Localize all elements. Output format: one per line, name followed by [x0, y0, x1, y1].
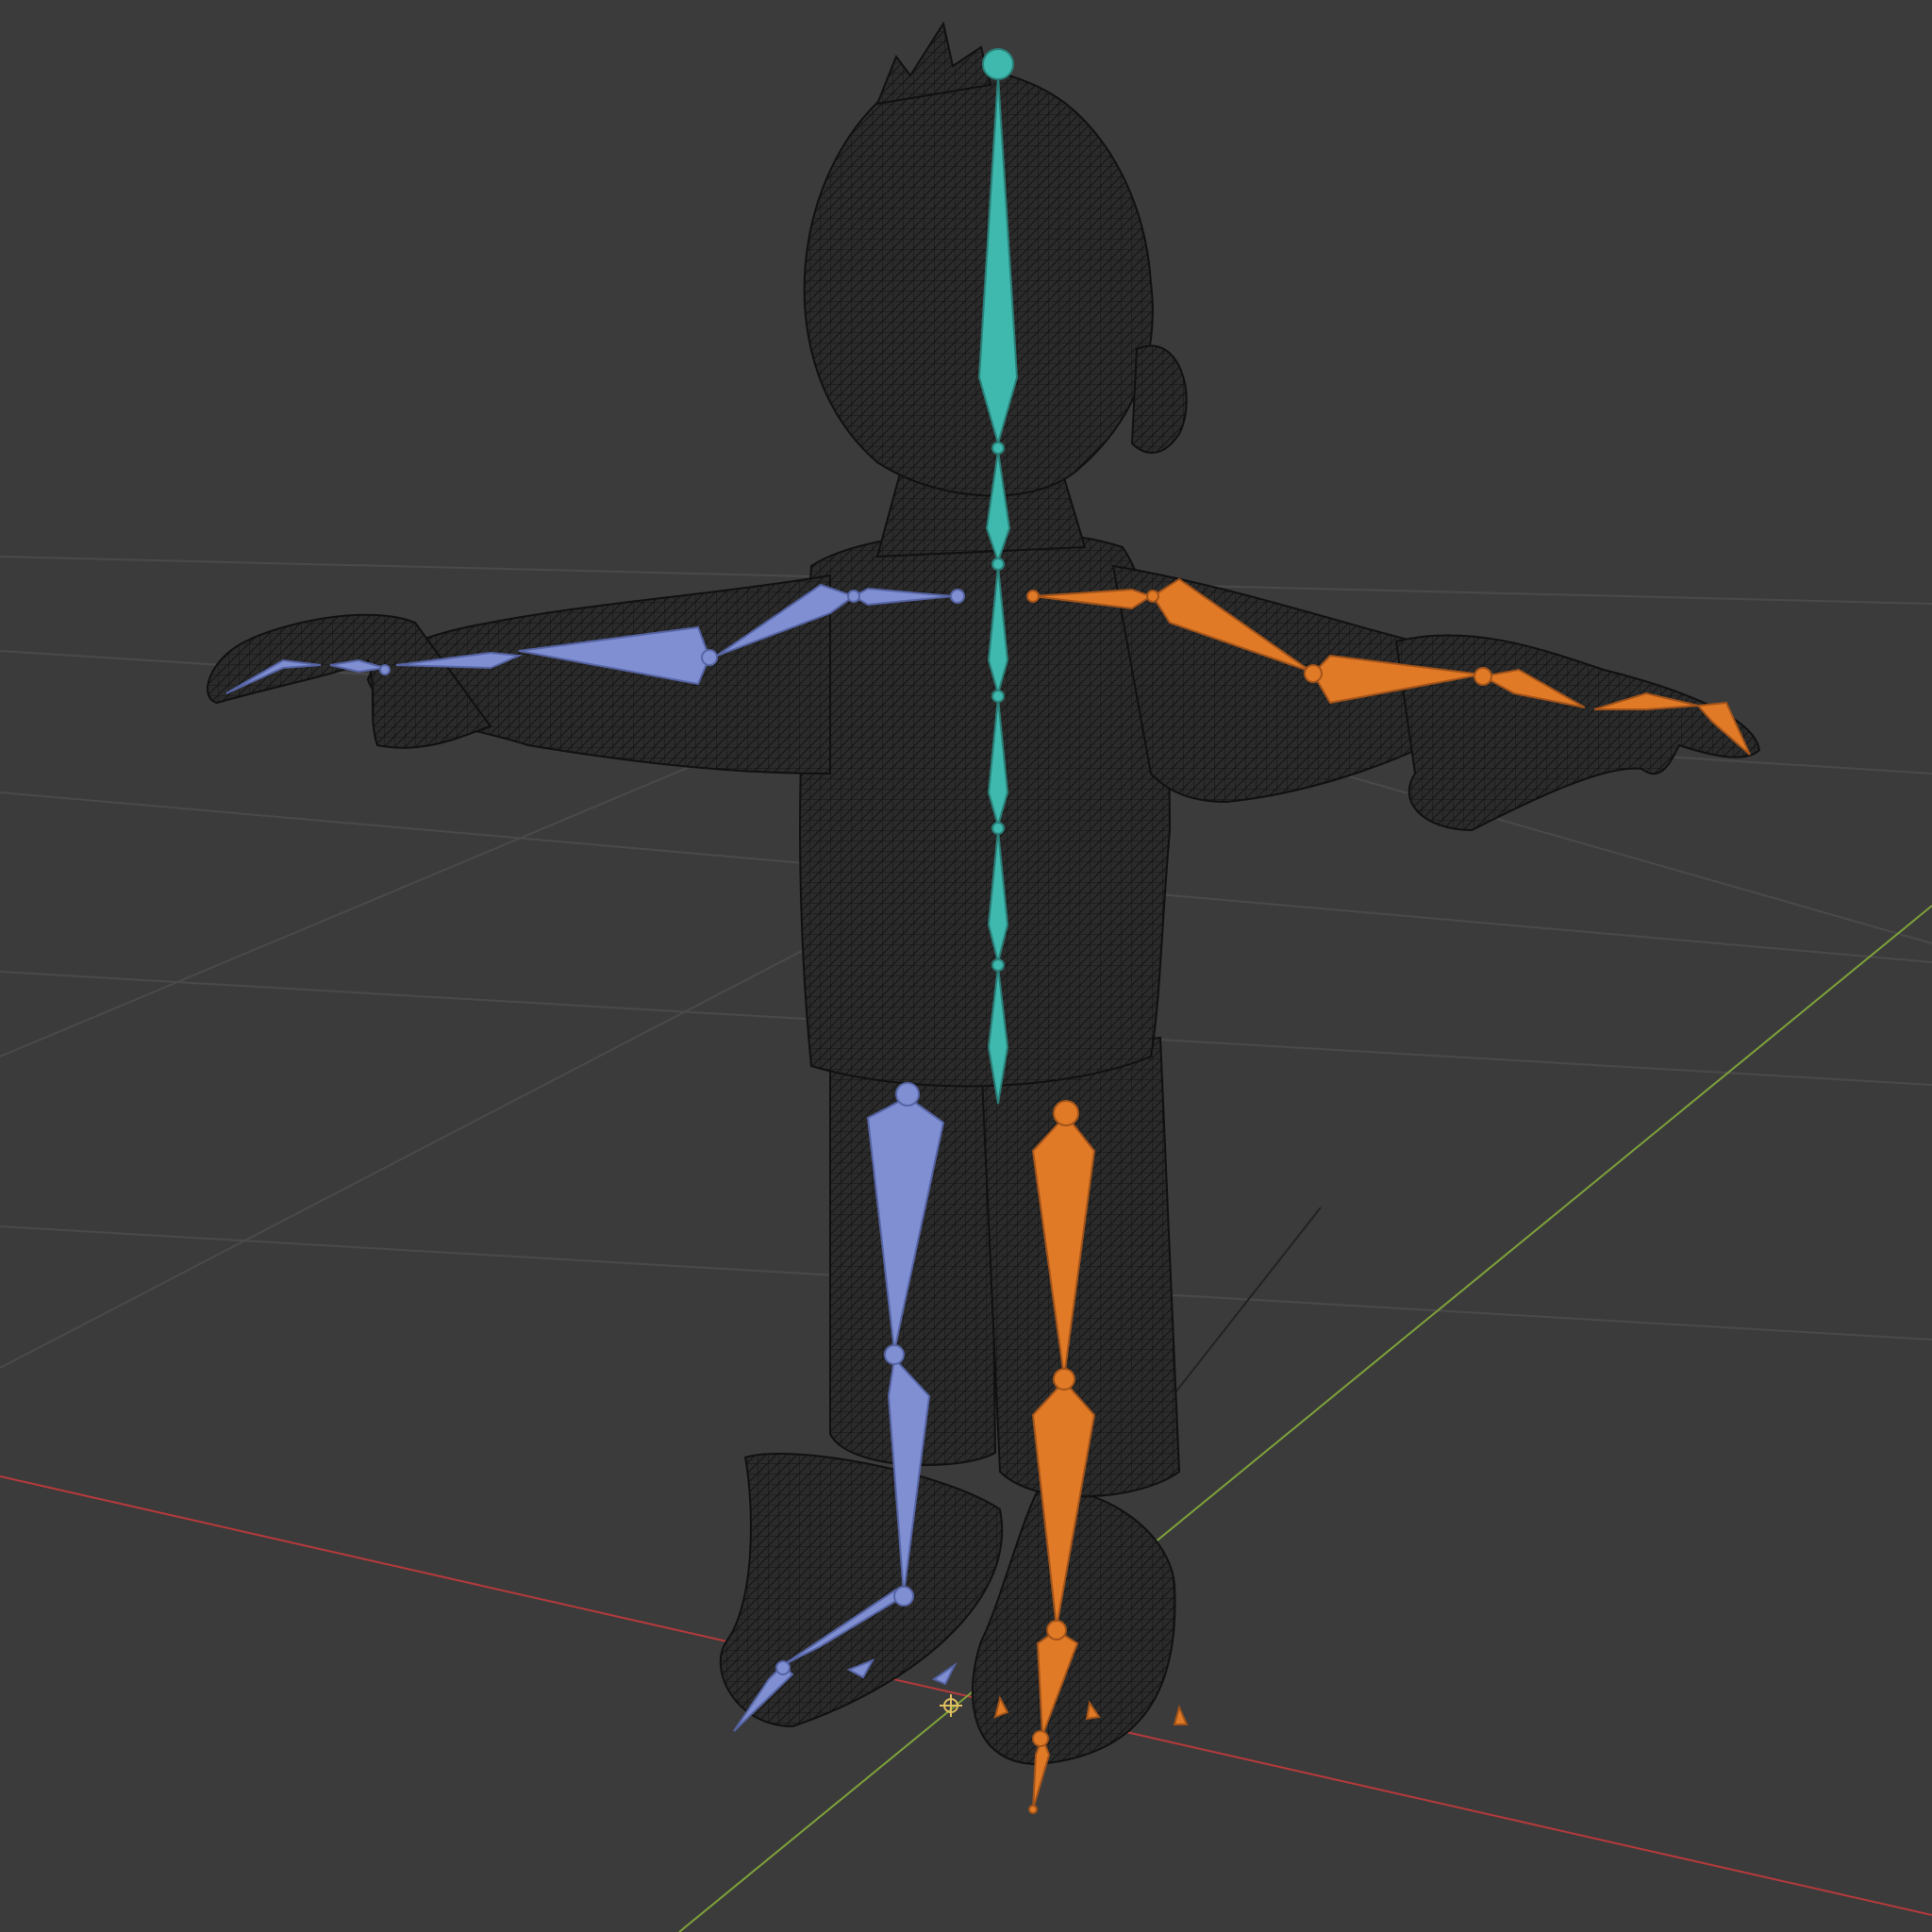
bone-joint[interactable] — [379, 664, 391, 675]
bone-joint[interactable] — [991, 558, 1005, 571]
head[interactable] — [803, 64, 1154, 497]
bone-joint[interactable] — [701, 649, 718, 666]
bone-joint[interactable] — [991, 822, 1005, 835]
origin-icon[interactable] — [940, 1694, 962, 1717]
bone-joint[interactable] — [1026, 590, 1040, 603]
right-hand[interactable] — [1394, 634, 1761, 832]
bone-joint[interactable] — [1474, 667, 1492, 686]
bone-joint[interactable] — [775, 1660, 791, 1675]
bone-joint[interactable] — [847, 590, 860, 603]
bone-joint[interactable] — [1304, 664, 1323, 683]
bone-joint[interactable] — [1146, 590, 1159, 603]
bone-joint[interactable] — [1053, 1368, 1075, 1391]
bone-joint[interactable] — [982, 48, 1014, 80]
bone-joint[interactable] — [991, 441, 1005, 455]
bone-joint[interactable] — [1046, 1620, 1067, 1641]
character-mesh[interactable] — [207, 21, 1761, 1766]
bone-joint[interactable] — [991, 690, 1005, 703]
bone-joint[interactable] — [991, 958, 1005, 972]
bone-joint[interactable] — [884, 1344, 905, 1365]
helper-bone-left[interactable] — [931, 1662, 958, 1686]
bone-joint[interactable] — [1032, 1730, 1049, 1747]
torso[interactable] — [799, 529, 1172, 1088]
bone-joint[interactable] — [1053, 1100, 1079, 1126]
left-foot[interactable] — [719, 1453, 1003, 1728]
ear[interactable] — [1130, 344, 1188, 454]
bone-joint[interactable] — [895, 1082, 920, 1107]
helper-bone-right[interactable] — [1173, 1705, 1189, 1725]
bone-joint[interactable] — [950, 589, 965, 604]
3d-viewport[interactable] — [0, 0, 1932, 1932]
bone-joint[interactable] — [893, 1586, 914, 1607]
bone-joint[interactable] — [1028, 1805, 1038, 1814]
